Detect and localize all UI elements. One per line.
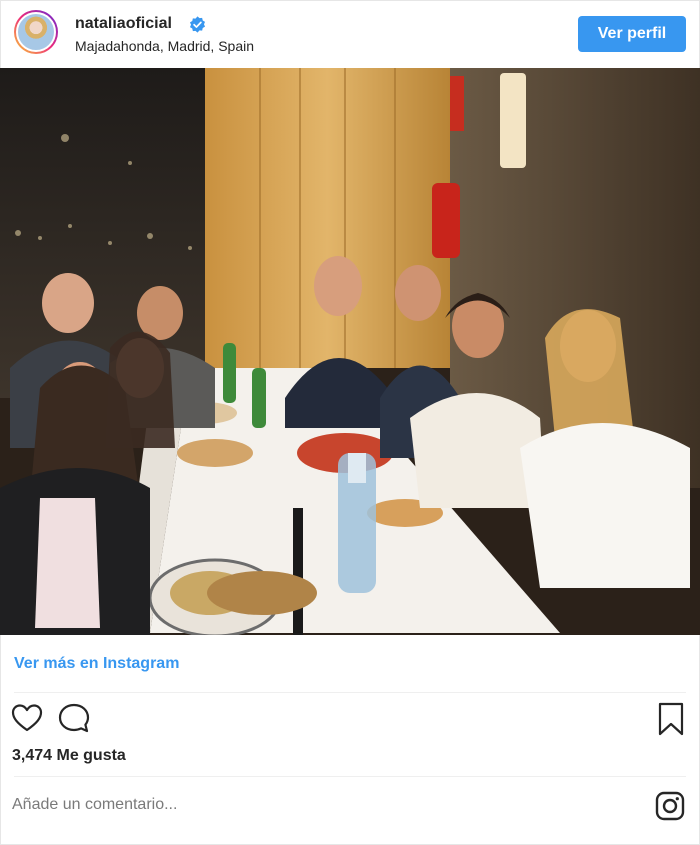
divider — [14, 776, 686, 777]
comment-input[interactable] — [12, 790, 612, 820]
bookmark-icon[interactable] — [657, 702, 685, 736]
verified-badge-icon — [189, 16, 206, 33]
post-header: nataliaoficial Majadahonda, Madrid, Spai… — [0, 0, 700, 68]
comment-icon[interactable] — [57, 702, 91, 734]
divider — [14, 692, 686, 693]
location-label[interactable]: Majadahonda, Madrid, Spain — [75, 38, 254, 54]
post-photo[interactable] — [0, 68, 700, 635]
avatar[interactable] — [14, 10, 58, 54]
instagram-icon[interactable] — [655, 791, 685, 821]
heart-icon[interactable] — [11, 702, 43, 734]
view-more-on-instagram-link[interactable]: Ver más en Instagram — [14, 655, 179, 673]
likes-count[interactable]: 3,474 Me gusta — [12, 747, 126, 765]
username[interactable]: nataliaoficial — [75, 15, 172, 33]
view-profile-button[interactable]: Ver perfil — [578, 16, 686, 52]
